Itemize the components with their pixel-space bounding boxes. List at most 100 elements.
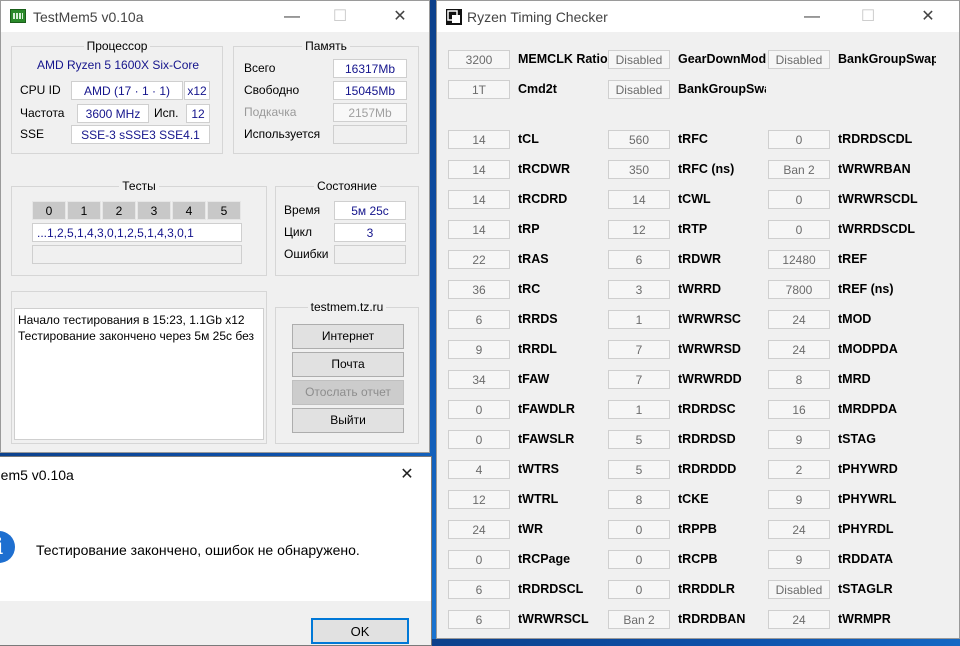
timing-label: tWRWRBAN <box>838 162 911 176</box>
timing-label: tWRMPR <box>838 612 891 626</box>
timing-value: 7 <box>608 340 670 359</box>
timing-label: tMRD <box>838 372 871 386</box>
timing-value: 14 <box>608 190 670 209</box>
tests-progress <box>32 245 242 264</box>
timing-value: 0 <box>448 550 510 569</box>
site-link[interactable]: testmem.tz.ru <box>307 300 387 314</box>
timing-label: tRRDL <box>518 342 557 356</box>
tests-group-title: Тесты <box>119 179 159 193</box>
timing-value: 14 <box>448 130 510 149</box>
message-dialog: Mem5 v0.10a ✕ i Тестирование закончено, … <box>0 456 432 646</box>
cycle-value: 3 <box>334 223 406 242</box>
timing-value: 22 <box>448 250 510 269</box>
timing-value: 1T <box>448 80 510 99</box>
timing-label: tWTRL <box>518 492 559 506</box>
timing-value: 24 <box>768 610 830 629</box>
time-value: 5м 25с <box>334 201 406 220</box>
timing-label: tFAWSLR <box>518 432 575 446</box>
timing-value: 6 <box>448 310 510 329</box>
mem-swap-label: Подкачка <box>244 105 297 119</box>
timing-label: tRC <box>518 282 541 296</box>
timing-value: 0 <box>608 550 670 569</box>
timing-value: 0 <box>608 520 670 539</box>
timing-value: 0 <box>768 130 830 149</box>
timing-label: BankGroupSwap <box>838 52 936 66</box>
testmem-window: TestMem5 v0.10a — ☐ ✕ Процессор AMD Ryze… <box>0 0 430 453</box>
timing-value: 34 <box>448 370 510 389</box>
log-group: Начало тестирования в 15:23, 1.1Gb x12 Т… <box>11 291 267 444</box>
timing-value: 24 <box>768 520 830 539</box>
timing-value: 0 <box>768 190 830 209</box>
dialog-ok-button[interactable]: OK <box>311 618 409 644</box>
timing-label: tRDDATA <box>838 552 894 566</box>
timing-value: 350 <box>608 160 670 179</box>
minimize-button[interactable]: — <box>269 1 315 32</box>
timing-label: tFAW <box>518 372 550 386</box>
test-column-5: 5 <box>207 201 241 220</box>
timing-value: 4 <box>448 460 510 479</box>
timing-value: 6 <box>608 250 670 269</box>
dialog-titlebar[interactable]: Mem5 v0.10a ✕ <box>0 457 431 493</box>
timing-label: tWRWRDD <box>678 372 742 386</box>
log-textbox[interactable]: Начало тестирования в 15:23, 1.1Gb x12 Т… <box>14 308 264 440</box>
time-label: Время <box>284 203 321 217</box>
close-button[interactable]: ✕ <box>377 1 423 32</box>
dialog-message: Тестирование закончено, ошибок не обнару… <box>36 542 360 558</box>
timing-value: 7800 <box>768 280 830 299</box>
timing-value: 0 <box>608 580 670 599</box>
timing-label: tCKE <box>678 492 709 506</box>
timing-value: 9 <box>768 490 830 509</box>
timing-value: 0 <box>448 400 510 419</box>
timing-value: 16 <box>768 400 830 419</box>
timing-value: Disabled <box>608 50 670 69</box>
timing-label: tREF <box>838 252 868 266</box>
timing-value: 1 <box>608 400 670 419</box>
maximize-button[interactable]: ☐ <box>317 1 363 32</box>
internet-button[interactable]: Интернет <box>292 324 404 349</box>
timing-label: tRDRDSCL <box>518 582 584 596</box>
exit-button[interactable]: Выйти <box>292 408 404 433</box>
freq-label: Частота <box>20 106 65 120</box>
errors-label: Ошибки <box>284 247 329 261</box>
freq-value: 3600 MHz <box>77 104 149 123</box>
timing-label: tCL <box>518 132 539 146</box>
timing-label: tWR <box>518 522 543 536</box>
timing-label: tWRWRSCDL <box>838 192 918 206</box>
timing-label: tRCDWR <box>518 162 571 176</box>
timing-label: tRP <box>518 222 540 236</box>
timing-value: 12 <box>448 490 510 509</box>
timing-label: tMODPDA <box>838 342 898 356</box>
log-line-1: Начало тестирования в 15:23, 1.1Gb x12 <box>18 313 245 327</box>
timing-label: MEMCLK Ratio <box>518 52 608 66</box>
timing-label: tFAWDLR <box>518 402 575 416</box>
test-column-2: 2 <box>102 201 136 220</box>
memory-group-title: Память <box>302 39 350 53</box>
timing-value: 9 <box>448 340 510 359</box>
testmem-titlebar[interactable]: TestMem5 v0.10a — ☐ ✕ <box>1 1 429 32</box>
timing-value: 14 <box>448 160 510 179</box>
mem-swap-value: 2157Mb <box>333 103 407 122</box>
mail-button[interactable]: Почта <box>292 352 404 377</box>
timing-label: tSTAGLR <box>838 582 893 596</box>
timing-value: 8 <box>608 490 670 509</box>
timing-label: tRDWR <box>678 252 722 266</box>
timing-label: tWRWRSD <box>678 342 741 356</box>
timing-value: 3200 <box>448 50 510 69</box>
cpu-id-value: AMD (17 · 1 · 1) <box>71 81 183 100</box>
cpu-model: AMD Ryzen 5 1600X Six-Core <box>37 58 200 72</box>
timing-value: 3 <box>608 280 670 299</box>
timing-label: BankGroupSwapAlt <box>678 82 766 96</box>
timing-label: tRDRDSCDL <box>838 132 913 146</box>
timing-label: tRRDS <box>518 312 558 326</box>
timing-label: tPHYWRD <box>838 462 898 476</box>
timing-label: tMRDPDA <box>838 402 898 416</box>
timing-label: tPHYWRL <box>838 492 897 506</box>
timing-value: 6 <box>448 580 510 599</box>
timing-label: tRFC (ns) <box>678 162 735 176</box>
dialog-close-button[interactable]: ✕ <box>387 461 427 489</box>
timing-value: 12 <box>608 220 670 239</box>
timing-value: 0 <box>768 220 830 239</box>
test-column-1: 1 <box>67 201 101 220</box>
send-report-button[interactable]: Отослать отчет <box>292 380 404 405</box>
timing-value: 14 <box>448 220 510 239</box>
